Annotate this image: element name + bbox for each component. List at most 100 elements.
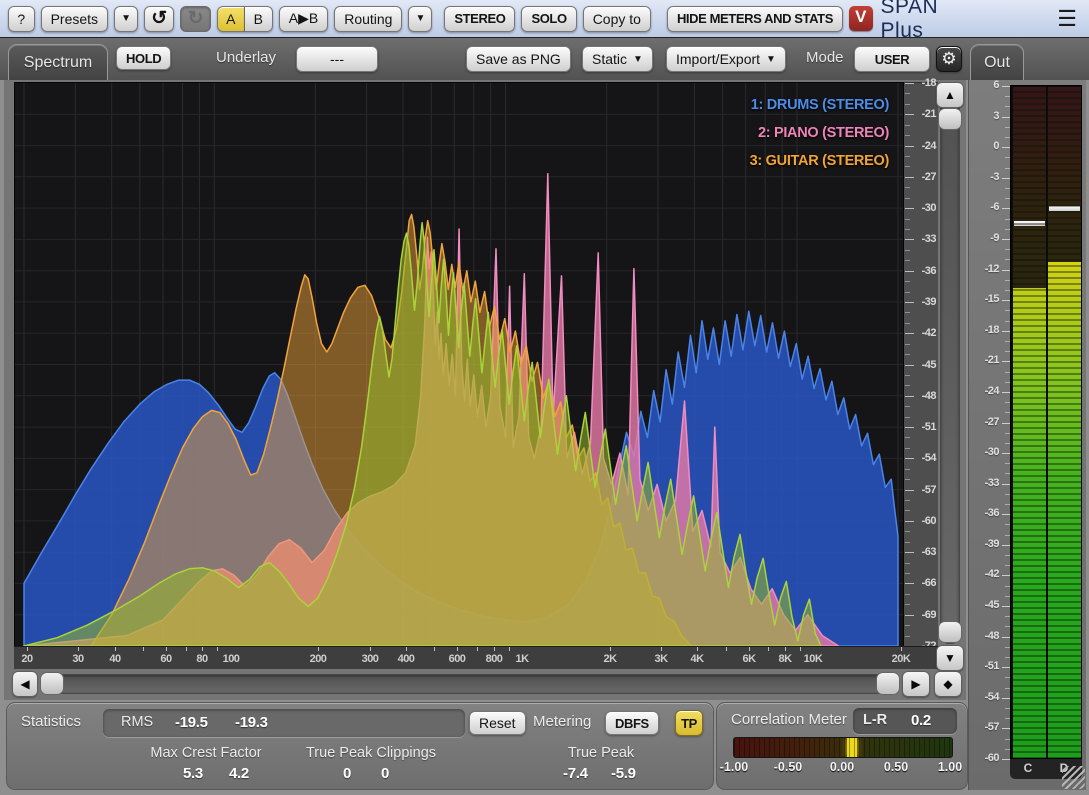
db-tick bbox=[905, 510, 910, 511]
chevron-down-icon: ▼ bbox=[766, 53, 776, 65]
freq-tick bbox=[661, 647, 662, 651]
frequency-scale: 20 30 40 60 80 100 200 300 400 600 800 1K 2K 3K 4K 6K 8K… bbox=[14, 646, 938, 669]
copy-to-button[interactable]: Copy to bbox=[582, 5, 651, 32]
metering-label: Metering bbox=[533, 713, 592, 730]
h-scrollbar-track[interactable] bbox=[40, 674, 900, 694]
rms-label: RMS bbox=[121, 714, 154, 730]
stat-label: True Peak bbox=[567, 745, 635, 761]
static-dropdown[interactable]: Static ▼ bbox=[582, 46, 653, 72]
freq-tick bbox=[370, 647, 371, 651]
freq-label: 400 bbox=[397, 653, 415, 665]
db-label: -36 bbox=[921, 265, 937, 277]
scroll-reset-diamond-button[interactable]: ◆ bbox=[934, 671, 962, 697]
gear-icon[interactable]: ⚙ bbox=[936, 46, 962, 72]
presets-dropdown-arrow[interactable]: ▼ bbox=[114, 5, 138, 32]
meter-label: -60 bbox=[984, 752, 1000, 764]
scroll-down-button[interactable]: ▼ bbox=[936, 645, 964, 671]
scroll-left-button[interactable]: ◀ bbox=[12, 671, 38, 697]
solo-button[interactable]: SOLO bbox=[521, 5, 577, 32]
import-export-dropdown[interactable]: Import/Export ▼ bbox=[666, 46, 786, 72]
db-label: -48 bbox=[921, 390, 937, 402]
presets-button[interactable]: Presets bbox=[40, 5, 109, 32]
freq-tick bbox=[749, 647, 750, 651]
meter-tick bbox=[1002, 178, 1010, 179]
ab-a-button[interactable]: A bbox=[216, 5, 245, 32]
db-label: -60 bbox=[921, 515, 937, 527]
meter-button-c[interactable]: C bbox=[1010, 759, 1046, 779]
routing-button[interactable]: Routing bbox=[334, 5, 403, 32]
freq-tick bbox=[768, 647, 769, 651]
underlay-select[interactable]: --- bbox=[296, 46, 378, 72]
correlation-title[interactable]: Correlation Meter bbox=[731, 711, 847, 728]
undo-icon[interactable]: ↺ bbox=[143, 5, 175, 32]
tab-out[interactable]: Out bbox=[970, 44, 1024, 81]
db-tick bbox=[905, 229, 910, 230]
correlation-scale-label: -1.00 bbox=[719, 760, 749, 774]
correlation-channel-label: L-R bbox=[863, 712, 888, 728]
meter-label: 3 bbox=[993, 110, 999, 122]
chevron-down-icon: ▼ bbox=[633, 53, 643, 65]
h-scrollbar-handle-right[interactable] bbox=[876, 672, 900, 695]
menu-icon[interactable]: ☰ bbox=[1057, 6, 1077, 32]
scroll-up-button[interactable]: ▲ bbox=[936, 82, 964, 108]
mode-label: Mode bbox=[806, 49, 844, 66]
h-scrollbar-handle-left[interactable] bbox=[40, 672, 64, 695]
spectrum-plot[interactable]: 1: DRUMS (STEREO) 2: PIANO (STEREO) 3: GUI… bbox=[14, 82, 904, 647]
db-tick bbox=[905, 292, 910, 293]
freq-tick bbox=[494, 647, 495, 651]
statistics-panel: Statistics RMS -19.5 -19.3 Reset Meterin… bbox=[6, 702, 714, 790]
db-tick bbox=[905, 166, 910, 167]
meter-tick bbox=[1002, 453, 1010, 454]
db-tick bbox=[905, 479, 910, 480]
plugin-title: SPAN Plus bbox=[880, 0, 939, 42]
freq-tick bbox=[27, 647, 28, 651]
v-scrollbar-track[interactable] bbox=[940, 84, 960, 644]
db-tick bbox=[905, 531, 910, 532]
v-scrollbar-handle-top[interactable] bbox=[938, 108, 962, 130]
db-tick bbox=[905, 281, 910, 282]
freq-label: 6K bbox=[742, 653, 756, 665]
db-tick bbox=[905, 323, 910, 324]
help-button[interactable]: ? bbox=[8, 5, 35, 32]
mode-select[interactable]: USER bbox=[854, 46, 930, 72]
stat-value: 0 bbox=[381, 765, 390, 782]
freq-label: 30 bbox=[72, 653, 84, 665]
tab-spectrum[interactable]: Spectrum bbox=[8, 44, 108, 81]
correlation-scale-label: -0.50 bbox=[773, 760, 803, 774]
rms-value-right: -19.3 bbox=[235, 714, 268, 731]
db-tick bbox=[905, 604, 910, 605]
meter-tick bbox=[1002, 208, 1010, 209]
ab-b-button[interactable]: B bbox=[244, 5, 273, 32]
correlation-scale-label: 0.00 bbox=[829, 760, 855, 774]
freq-label: 3K bbox=[654, 653, 668, 665]
meter-tick bbox=[1002, 117, 1010, 118]
tp-button[interactable]: TP bbox=[675, 710, 703, 736]
dbfs-button[interactable]: DBFS bbox=[605, 711, 659, 735]
reset-button[interactable]: Reset bbox=[469, 711, 526, 735]
db-tick bbox=[905, 448, 910, 449]
db-tick bbox=[905, 219, 910, 220]
meter-label: -9 bbox=[990, 232, 999, 244]
freq-tick bbox=[509, 647, 510, 651]
routing-dropdown-arrow[interactable]: ▼ bbox=[408, 5, 433, 32]
a-to-b-button[interactable]: A▶B bbox=[278, 5, 329, 32]
stereo-button[interactable]: STEREO bbox=[444, 5, 516, 32]
freq-label: 8K bbox=[778, 653, 792, 665]
resize-grip[interactable] bbox=[1062, 766, 1085, 789]
freq-tick bbox=[217, 647, 218, 651]
output-meter-bars bbox=[1010, 85, 1082, 759]
meter-tick bbox=[1002, 239, 1010, 240]
v-scrollbar-handle-bottom[interactable] bbox=[938, 621, 962, 643]
hide-meters-button[interactable]: HIDE METERS AND STATS bbox=[666, 5, 843, 32]
db-label: -30 bbox=[921, 202, 937, 214]
save-png-button[interactable]: Save as PNG bbox=[466, 46, 571, 72]
static-label: Static bbox=[592, 51, 628, 67]
meter-label: 0 bbox=[993, 140, 999, 152]
hold-button[interactable]: HOLD bbox=[116, 46, 172, 70]
freq-label: 10K bbox=[803, 653, 823, 665]
scroll-right-button[interactable]: ▶ bbox=[902, 671, 930, 697]
tab-statistics[interactable]: Statistics bbox=[21, 713, 81, 730]
meter-tick bbox=[1002, 331, 1010, 332]
meter-tick bbox=[1002, 147, 1010, 148]
meter-tick bbox=[1002, 759, 1010, 760]
